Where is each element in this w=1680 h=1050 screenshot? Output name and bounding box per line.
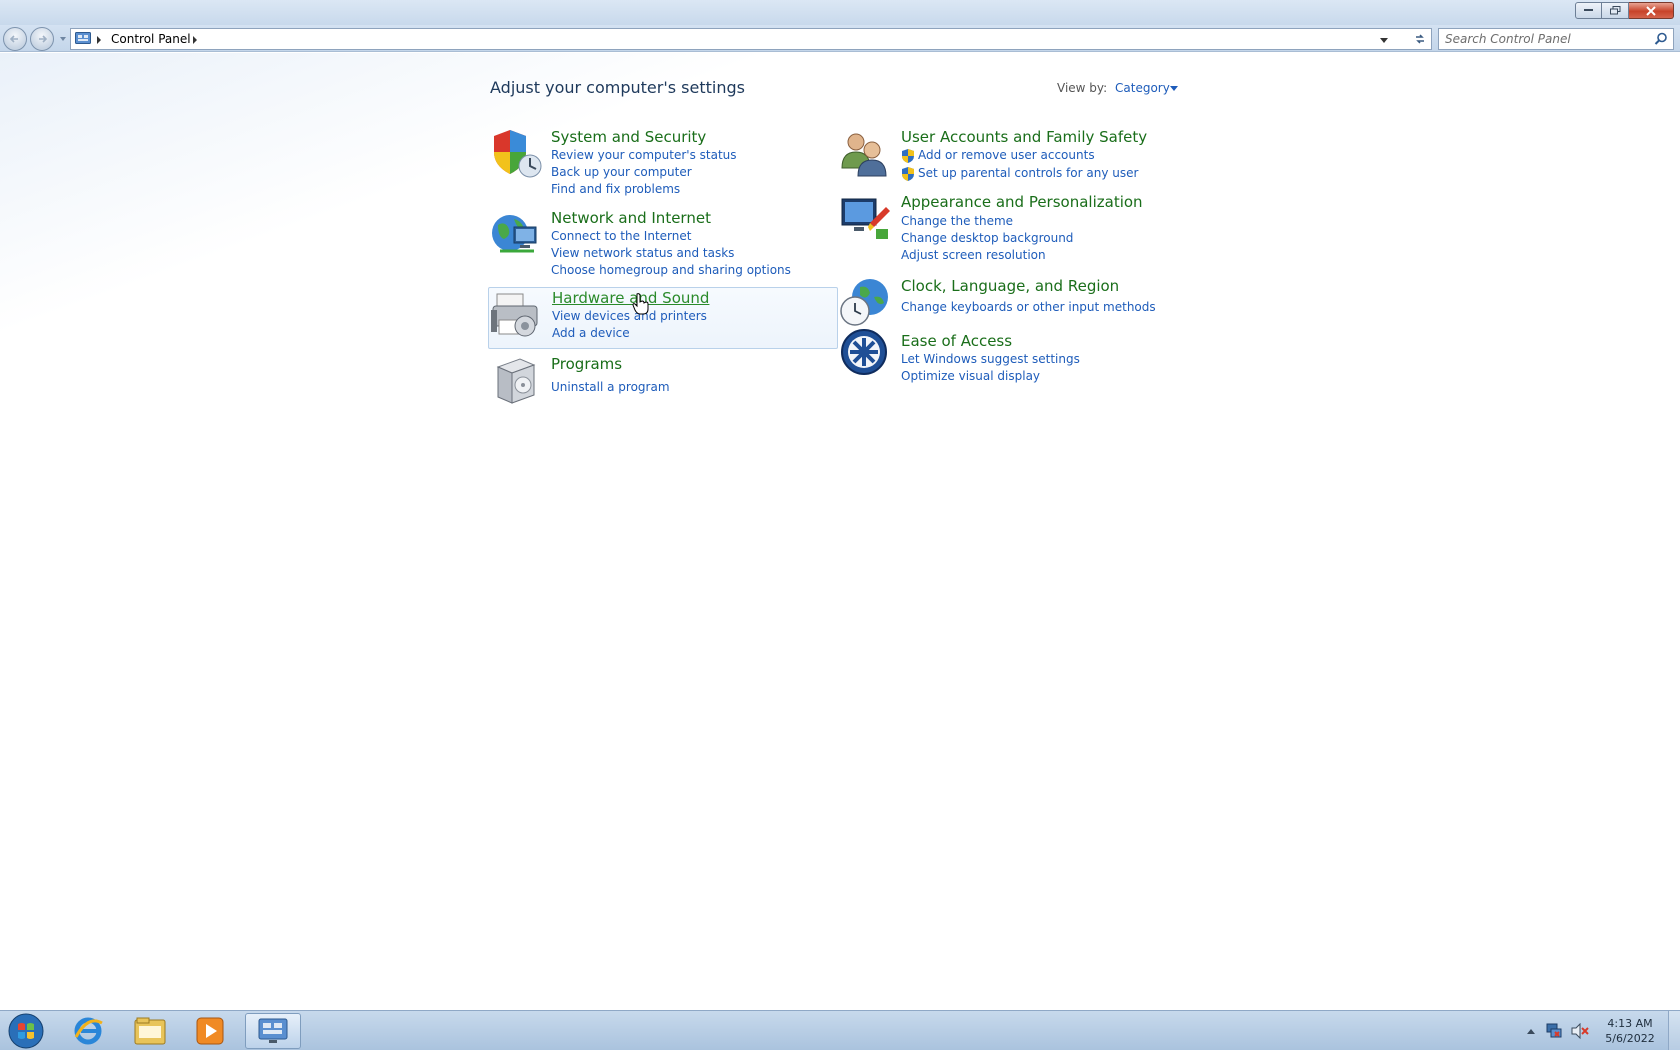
breadcrumb-child-arrow[interactable]	[193, 36, 197, 44]
shield-icon[interactable]	[490, 128, 542, 180]
programs-box-icon[interactable]	[490, 355, 542, 407]
link-connect-internet[interactable]: Connect to the Internet	[551, 229, 691, 243]
forward-arrow-icon	[39, 35, 48, 43]
breadcrumb-control-panel[interactable]: Control Panel	[111, 32, 191, 46]
category-ease-access: Ease of Access Let Windows suggest setti…	[840, 328, 1180, 388]
restore-icon	[1609, 6, 1620, 15]
back-button[interactable]	[3, 27, 27, 51]
users-icon[interactable]	[840, 128, 892, 180]
forward-button[interactable]	[30, 27, 54, 51]
clock-globe-icon[interactable]	[840, 277, 892, 329]
navigation-bar: Control Panel	[0, 25, 1680, 52]
category-title[interactable]: Clock, Language, and Region	[901, 277, 1119, 295]
content-area: Adjust your computer's settings View by:…	[0, 53, 1680, 1010]
link-desktop-background[interactable]: Change desktop background	[901, 231, 1073, 245]
link-add-remove-users[interactable]: Add or remove user accounts	[918, 148, 1095, 162]
show-hidden-icons-button[interactable]	[1527, 1029, 1535, 1034]
link-add-device[interactable]: Add a device	[552, 326, 630, 340]
link-find-fix[interactable]: Find and fix problems	[551, 182, 680, 196]
control-panel-small-icon	[75, 32, 91, 49]
category-hardware-sound[interactable]: Hardware and Sound View devices and prin…	[488, 287, 838, 349]
clock-date: 5/6/2022	[1605, 1032, 1655, 1045]
category-clock-region: Clock, Language, and Region Change keybo…	[840, 277, 1180, 327]
page-title: Adjust your computer's settings	[490, 78, 745, 97]
category-programs: Programs Uninstall a program	[490, 355, 830, 407]
category-system-security: System and Security Review your computer…	[490, 128, 830, 198]
category-title[interactable]: User Accounts and Family Safety	[901, 128, 1147, 146]
windows-explorer-icon[interactable]	[122, 1013, 178, 1049]
close-button[interactable]	[1629, 2, 1674, 19]
close-icon	[1646, 5, 1656, 16]
category-title[interactable]: System and Security	[551, 128, 706, 146]
link-screen-resolution[interactable]: Adjust screen resolution	[901, 248, 1046, 262]
view-by-dropdown[interactable]: Category	[1115, 81, 1170, 95]
media-player-icon[interactable]	[182, 1013, 238, 1049]
title-bar	[0, 0, 1680, 25]
windows-logo-icon	[8, 1013, 44, 1049]
recent-pages-dropdown[interactable]	[60, 37, 66, 41]
start-button[interactable]	[4, 1012, 48, 1050]
category-title[interactable]: Hardware and Sound	[552, 289, 709, 307]
appearance-monitor-icon[interactable]	[840, 193, 892, 245]
printer-icon[interactable]	[491, 290, 543, 342]
volume-muted-icon[interactable]	[1571, 1022, 1589, 1042]
minimize-button[interactable]	[1575, 2, 1602, 19]
view-by-label: View by:	[1057, 81, 1108, 95]
hand-cursor-icon	[632, 293, 650, 318]
uac-shield-icon	[901, 167, 915, 184]
category-title[interactable]: Ease of Access	[901, 332, 1012, 350]
back-arrow-icon	[9, 35, 18, 43]
link-uninstall[interactable]: Uninstall a program	[551, 380, 670, 394]
view-by-caret-icon[interactable]	[1170, 86, 1178, 91]
address-bar[interactable]: Control Panel	[70, 28, 1409, 50]
ease-of-access-icon[interactable]	[840, 328, 892, 380]
breadcrumb-root-arrow[interactable]	[97, 36, 101, 44]
search-input[interactable]	[1439, 29, 1644, 49]
control-panel-icon[interactable]	[245, 1013, 301, 1049]
minimize-icon	[1584, 9, 1593, 11]
link-devices-printers[interactable]: View devices and printers	[552, 309, 707, 323]
link-change-theme[interactable]: Change the theme	[901, 214, 1013, 228]
internet-explorer-icon[interactable]	[60, 1013, 116, 1049]
caption-buttons	[1575, 2, 1674, 19]
link-optimize-display[interactable]: Optimize visual display	[901, 369, 1040, 383]
show-desktop-button[interactable]	[1668, 1011, 1680, 1050]
search-box[interactable]	[1438, 28, 1674, 50]
refresh-button[interactable]	[1408, 28, 1432, 50]
taskbar: 4:13 AM 5/6/2022	[0, 1010, 1680, 1050]
network-globe-icon[interactable]	[490, 209, 542, 261]
category-user-accounts: User Accounts and Family Safety Add or r…	[840, 128, 1180, 184]
taskbar-clock[interactable]: 4:13 AM 5/6/2022	[1600, 1016, 1660, 1046]
network-tray-icon[interactable]	[1546, 1023, 1562, 1042]
category-title[interactable]: Programs	[551, 355, 622, 373]
clock-time: 4:13 AM	[1607, 1017, 1653, 1030]
uac-shield-icon	[901, 149, 915, 166]
address-dropdown-button[interactable]	[1380, 38, 1388, 43]
link-review-status[interactable]: Review your computer's status	[551, 148, 737, 162]
search-icon[interactable]	[1654, 32, 1668, 49]
refresh-icon	[1415, 34, 1424, 44]
link-back-up[interactable]: Back up your computer	[551, 165, 692, 179]
link-parental-controls[interactable]: Set up parental controls for any user	[918, 166, 1138, 180]
category-appearance: Appearance and Personalization Change th…	[840, 193, 1180, 263]
link-change-keyboards[interactable]: Change keyboards or other input methods	[901, 300, 1156, 314]
maximize-button[interactable]	[1602, 2, 1629, 19]
link-homegroup[interactable]: Choose homegroup and sharing options	[551, 263, 791, 277]
link-suggest-settings[interactable]: Let Windows suggest settings	[901, 352, 1080, 366]
category-title[interactable]: Network and Internet	[551, 209, 711, 227]
category-title[interactable]: Appearance and Personalization	[901, 193, 1143, 211]
category-network-internet: Network and Internet Connect to the Inte…	[490, 209, 830, 279]
link-network-status[interactable]: View network status and tasks	[551, 246, 734, 260]
